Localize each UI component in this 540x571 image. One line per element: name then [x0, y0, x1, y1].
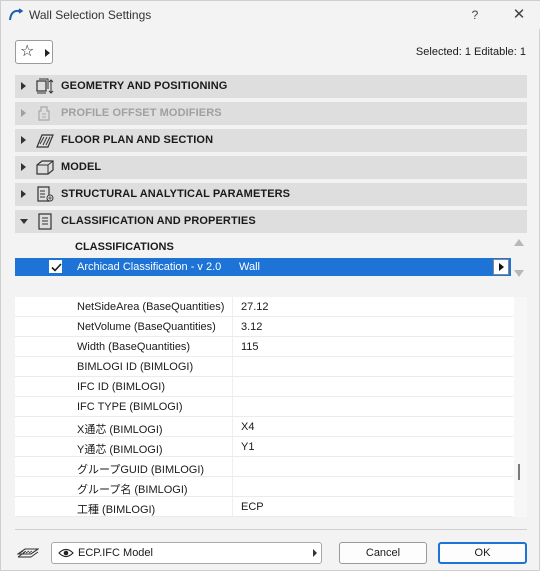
panel-classification-and-properties[interactable]: CLASSIFICATION AND PROPERTIES: [15, 210, 527, 233]
property-value[interactable]: 3.12: [241, 321, 262, 333]
layer-icon: [17, 548, 39, 558]
property-name: NetSideArea (BaseQuantities): [77, 301, 225, 313]
favorites-button[interactable]: ☆: [15, 40, 53, 64]
arrow-right-icon: [313, 549, 317, 557]
property-name: 工種 (BIMLOGI): [77, 504, 156, 516]
panel-label: GEOMETRY AND POSITIONING: [61, 80, 228, 92]
expand-arrow-icon: [21, 82, 26, 90]
profile-offset-icon: [38, 106, 50, 121]
property-row[interactable]: NetVolume (BaseQuantities) 3.12: [15, 317, 513, 337]
panel-floor-plan-and-section[interactable]: FLOOR PLAN AND SECTION: [15, 129, 527, 152]
property-value[interactable]: ECP: [241, 501, 264, 513]
property-value[interactable]: X4: [241, 421, 254, 433]
property-value[interactable]: 27.12: [241, 301, 269, 313]
arrow-right-icon: [499, 263, 504, 271]
property-name: Y通芯 (BIMLOGI): [77, 444, 163, 456]
property-name: IFC TYPE (BIMLOGI): [77, 401, 183, 413]
property-name: IFC ID (BIMLOGI): [77, 381, 165, 393]
property-row[interactable]: 工種 (BIMLOGI) ECP: [15, 497, 513, 517]
properties-scrollbar[interactable]: [514, 297, 527, 517]
panel-profile-offset-modifiers: PROFILE OFFSET MODIFIERS: [15, 102, 527, 125]
property-name: グループ名 (BIMLOGI): [77, 484, 188, 496]
property-row[interactable]: IFC TYPE (BIMLOGI): [15, 397, 513, 417]
property-name: BIMLOGI ID (BIMLOGI): [77, 361, 194, 373]
panel-label: CLASSIFICATION AND PROPERTIES: [61, 215, 256, 227]
checkmark-icon: [51, 263, 62, 272]
expand-arrow-icon: [21, 136, 26, 144]
close-button[interactable]: ✕: [507, 5, 531, 25]
classification-icon: [38, 213, 52, 230]
property-value[interactable]: 115: [241, 341, 259, 353]
title-bar: Wall Selection Settings ? ✕: [1, 1, 540, 29]
property-name: NetVolume (BaseQuantities): [77, 321, 216, 333]
panel-label: PROFILE OFFSET MODIFIERS: [61, 107, 222, 119]
structural-icon: [37, 186, 54, 202]
layer-name: ECP.IFC Model: [78, 547, 153, 559]
cancel-button[interactable]: Cancel: [339, 542, 427, 564]
property-row[interactable]: BIMLOGI ID (BIMLOGI): [15, 357, 513, 377]
star-icon: ☆: [20, 43, 35, 60]
property-row[interactable]: グループ名 (BIMLOGI): [15, 477, 513, 497]
panel-label: FLOOR PLAN AND SECTION: [61, 134, 214, 146]
help-button[interactable]: ?: [463, 5, 487, 25]
classification-section: CLASSIFICATIONS Archicad Classification …: [15, 235, 527, 285]
panel-structural-analytical-parameters[interactable]: STRUCTURAL ANALYTICAL PARAMETERS: [15, 183, 527, 206]
window-title: Wall Selection Settings: [29, 8, 152, 22]
scroll-up-icon[interactable]: [514, 239, 524, 246]
wall-selection-settings-dialog: Wall Selection Settings ? ✕ ☆ Selected: …: [0, 0, 540, 571]
scrollbar-thumb[interactable]: [518, 464, 520, 480]
property-value[interactable]: Y1: [241, 441, 254, 453]
expand-arrow-icon: [21, 109, 26, 117]
property-row[interactable]: X通芯 (BIMLOGI) X4: [15, 417, 513, 437]
classification-checkbox[interactable]: [49, 260, 62, 273]
panel-geometry-and-positioning[interactable]: GEOMETRY AND POSITIONING: [15, 75, 527, 98]
scroll-down-icon[interactable]: [514, 270, 524, 277]
arrow-right-icon: [45, 49, 50, 57]
panel-model[interactable]: MODEL: [15, 156, 527, 179]
property-row[interactable]: IFC ID (BIMLOGI): [15, 377, 513, 397]
property-name: グループGUID (BIMLOGI): [77, 464, 205, 476]
eye-icon: [58, 548, 74, 558]
property-row[interactable]: Width (BaseQuantities) 115: [15, 337, 513, 357]
property-row[interactable]: NetSideArea (BaseQuantities) 27.12: [15, 297, 513, 317]
expand-arrow-icon: [21, 163, 26, 171]
properties-list: NetSideArea (BaseQuantities) 27.12 NetVo…: [15, 297, 527, 517]
classification-picker-button[interactable]: [493, 259, 509, 275]
collapse-arrow-icon: [20, 219, 28, 224]
classification-value[interactable]: Wall: [239, 261, 260, 273]
expand-arrow-icon: [21, 190, 26, 198]
property-row[interactable]: Y通芯 (BIMLOGI) Y1: [15, 437, 513, 457]
ok-button[interactable]: OK: [438, 542, 527, 564]
classifications-heading: CLASSIFICATIONS: [75, 241, 174, 253]
panel-label: MODEL: [61, 161, 102, 173]
floor-plan-icon: [36, 134, 54, 148]
archicad-app-icon: [9, 8, 24, 21]
footer-divider: [15, 529, 527, 530]
model-icon: [36, 160, 54, 175]
classification-row[interactable]: Archicad Classification - v 2.0 Wall: [15, 258, 511, 276]
layer-dropdown[interactable]: ECP.IFC Model: [51, 542, 322, 564]
property-row[interactable]: グループGUID (BIMLOGI): [15, 457, 513, 477]
panel-label: STRUCTURAL ANALYTICAL PARAMETERS: [61, 188, 291, 200]
classification-system: Archicad Classification - v 2.0: [77, 261, 222, 273]
geometry-icon: [36, 78, 54, 94]
property-name: X通芯 (BIMLOGI): [77, 424, 163, 436]
selection-info: Selected: 1 Editable: 1: [415, 46, 526, 58]
property-name: Width (BaseQuantities): [77, 341, 191, 353]
